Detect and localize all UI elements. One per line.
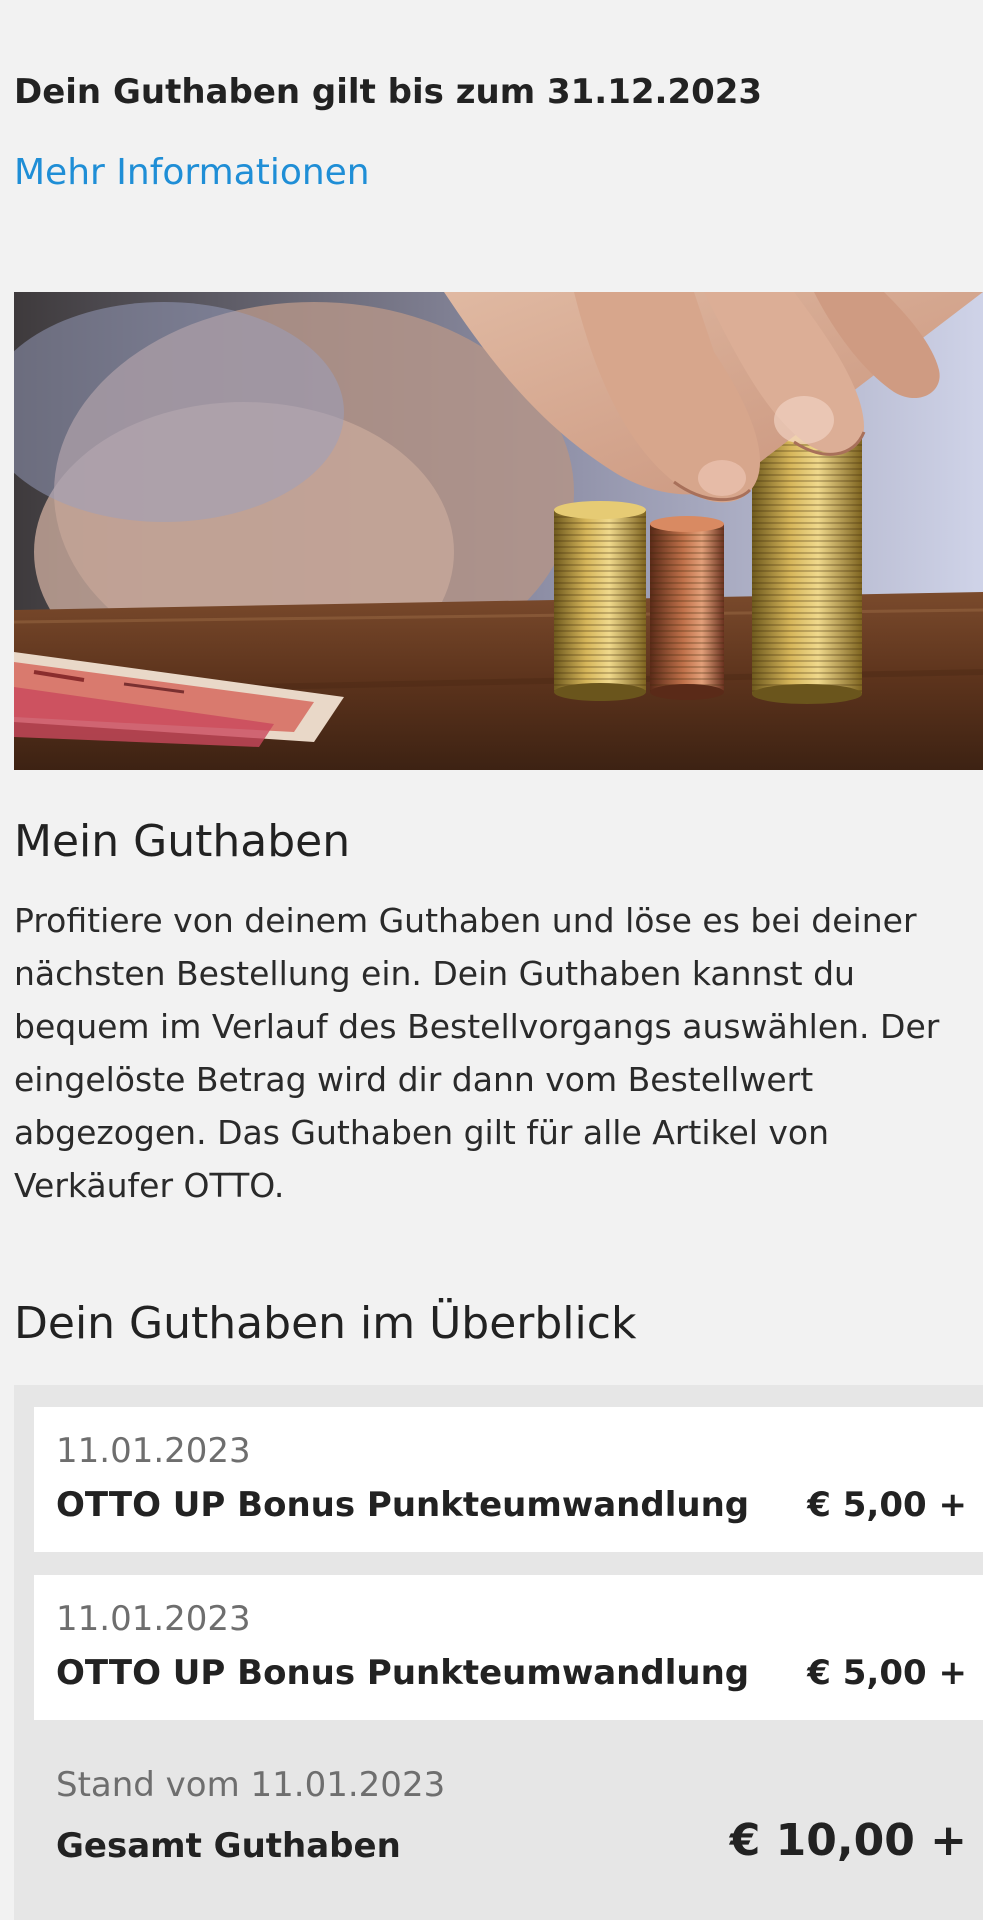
total-date: Stand vom 11.01.2023 [56, 1765, 446, 1805]
overview-section-title: Dein Guthaben im Überblick [14, 1298, 637, 1349]
entry-amount: € 5,00 + [807, 1485, 967, 1525]
credit-section-title: Mein Guthaben [14, 816, 351, 867]
validity-title: Dein Guthaben gilt bis zum 31.12.2023 [14, 72, 763, 112]
credit-entry: 11.01.2023 OTTO UP Bonus Punkteumwandlun… [34, 1407, 983, 1552]
credit-overview-panel: 11.01.2023 OTTO UP Bonus Punkteumwandlun… [14, 1385, 983, 1920]
total-amount: € 10,00 + [729, 1815, 967, 1866]
coins-photo-illustration [14, 292, 983, 770]
total-label: Gesamt Guthaben [56, 1826, 401, 1866]
credit-description: Profitiere von deinem Guthaben und löse … [14, 901, 940, 1205]
hero-image [14, 292, 983, 770]
entry-title: OTTO UP Bonus Punkteumwandlung [56, 1653, 750, 1693]
credit-entry: 11.01.2023 OTTO UP Bonus Punkteumwandlun… [34, 1575, 983, 1720]
entry-title: OTTO UP Bonus Punkteumwandlung [56, 1485, 750, 1525]
more-info-link[interactable]: Mehr Informationen [14, 152, 370, 193]
entry-amount: € 5,00 + [807, 1653, 967, 1693]
entry-date: 11.01.2023 [56, 1431, 251, 1471]
entry-date: 11.01.2023 [56, 1599, 251, 1639]
